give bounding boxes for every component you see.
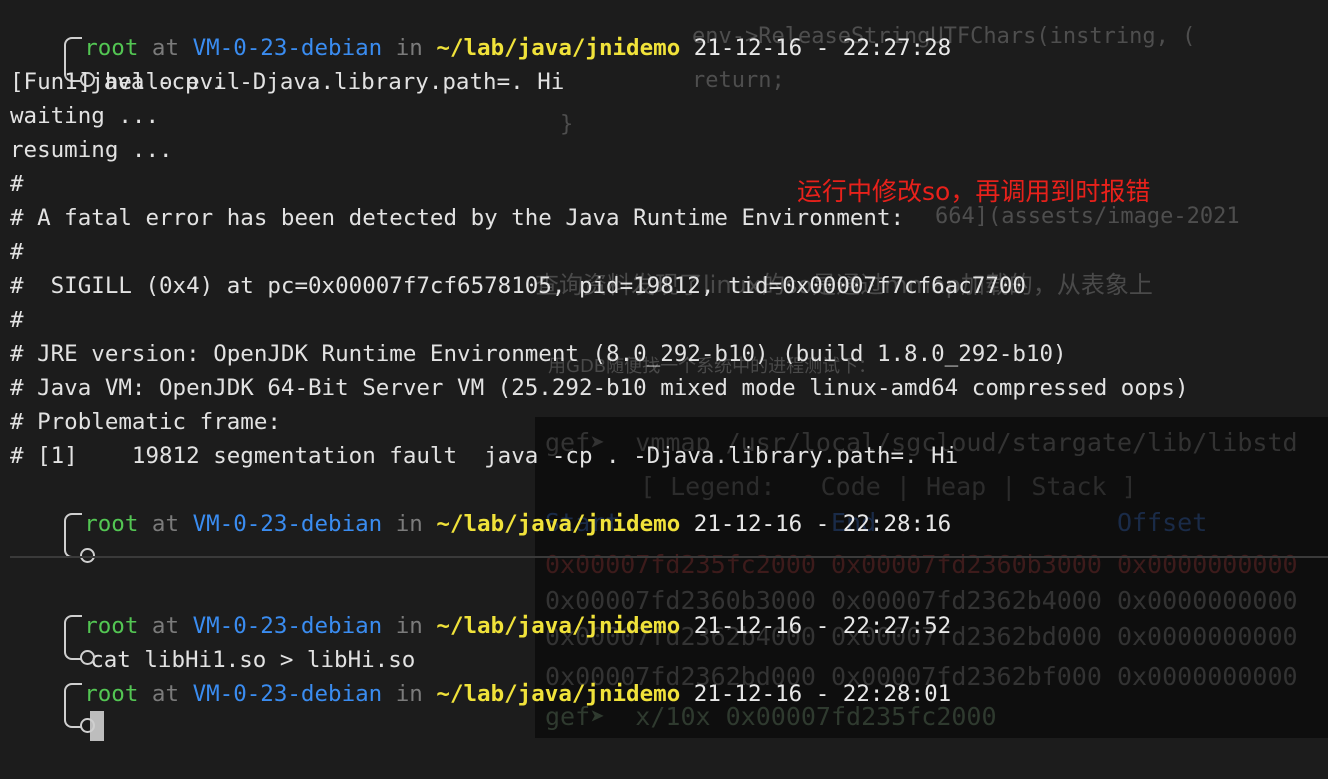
prompt-line: root at VM-0-23-debian in ~/lab/java/jni… <box>10 473 951 575</box>
terminal-window[interactable]: root at VM-0-23-debian in ~/lab/java/jni… <box>0 0 1328 741</box>
prompt-in: in <box>395 511 423 537</box>
prompt-at: at <box>151 681 180 707</box>
output-line: # <box>10 239 24 265</box>
output-line: # Problematic frame: <box>10 409 281 435</box>
output-line: resuming ... <box>10 137 173 163</box>
prompt-path: ~/lab/java/jnidemo <box>436 613 681 639</box>
prompt-in: in <box>395 681 423 707</box>
prompt-host: VM-0-23-debian <box>192 681 383 707</box>
prompt-path: ~/lab/java/jnidemo <box>436 511 681 537</box>
annotation-text: 运行中修改so，再调用到时报错 <box>797 177 1151 206</box>
output-line: # <box>10 307 24 333</box>
prompt-time: 21-12-16 - 22:27:28 <box>693 35 952 61</box>
prompt-time: 21-12-16 - 22:28:16 <box>693 511 952 537</box>
pane-divider[interactable] <box>10 556 1328 558</box>
output-line: # JRE version: OpenJDK Runtime Environme… <box>10 341 1067 367</box>
command-line <box>10 677 105 779</box>
prompt-host: VM-0-23-debian <box>192 511 383 537</box>
prompt-at: at <box>151 511 180 537</box>
output-line: # Java VM: OpenJDK 64-Bit Server VM (25.… <box>10 375 1189 401</box>
prompt-elbow-icon <box>64 702 96 738</box>
prompt-time: 21-12-16 - 22:27:52 <box>693 613 952 639</box>
prompt-time: 21-12-16 - 22:28:01 <box>693 681 952 707</box>
prompt-path: ~/lab/java/jnidemo <box>436 681 681 707</box>
output-line: # SIGILL (0x4) at pc=0x00007f7cf6578105,… <box>10 273 1026 299</box>
output-line: # [1] 19812 segmentation fault java -cp … <box>10 443 959 469</box>
output-line: # A fatal error has been detected by the… <box>10 205 905 231</box>
output-line: [Fun1] hello evil <box>10 69 241 95</box>
output-line: # <box>10 171 24 197</box>
prompt-user: root <box>84 511 139 537</box>
output-line: waiting ... <box>10 103 160 129</box>
prompt-line: root at VM-0-23-debian in ~/lab/java/jni… <box>10 643 951 745</box>
